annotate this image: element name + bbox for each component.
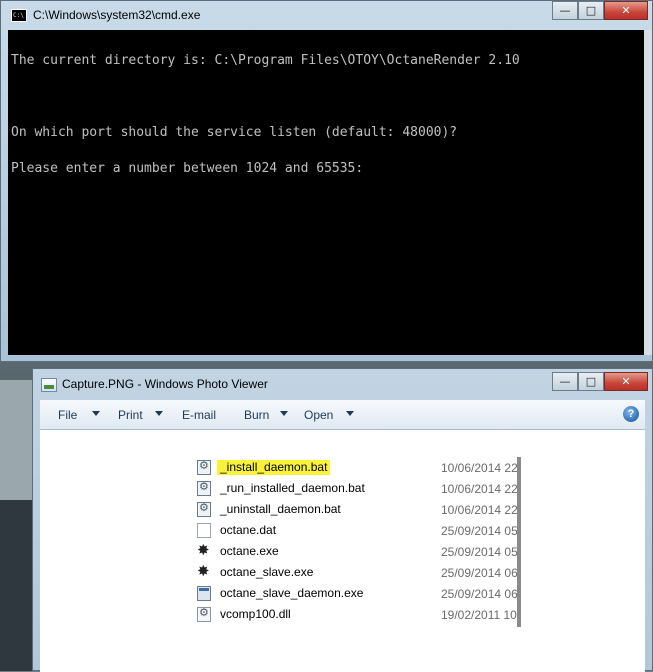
photo-viewer-canvas: _install_daemon.bat 10/06/2014 22: _run_…: [40, 430, 645, 672]
cmd-maximize-button[interactable]: □: [578, 1, 604, 20]
file-list-item: octane_slave.exe 25/09/2014 06:: [165, 562, 523, 583]
dll-file-icon: [197, 606, 211, 622]
cmd-close-button[interactable]: ✕: [604, 1, 648, 20]
menu-email[interactable]: E-mail: [182, 408, 216, 422]
menu-burn-dropdown-icon[interactable]: [280, 411, 288, 416]
cmd-scrollbar[interactable]: [644, 30, 652, 355]
file-name: octane_slave_daemon.exe: [220, 586, 364, 600]
file-name: _install_daemon.bat: [217, 460, 331, 475]
menu-file[interactable]: File: [58, 408, 77, 422]
window-exe-icon: [197, 586, 211, 601]
photo-viewer-window-controls: — □ ✕: [552, 372, 648, 391]
file-name: octane.exe: [220, 544, 279, 558]
bat-file-icon: [197, 501, 211, 517]
cmd-titlebar[interactable]: C:\ C:\Windows\system32\cmd.exe — □ ✕: [1, 1, 652, 31]
help-icon[interactable]: ?: [623, 406, 639, 422]
menu-print-dropdown-icon[interactable]: [155, 411, 163, 416]
console-line: The current directory is: C:\Program Fil…: [11, 53, 520, 68]
file-list-item: octane_slave_daemon.exe 25/09/2014 06:: [165, 583, 523, 604]
file-date: 10/06/2014 22:: [441, 503, 521, 517]
bat-file-icon: [197, 480, 211, 496]
file-list-item: _uninstall_daemon.bat 10/06/2014 22:: [165, 499, 523, 520]
photo-viewer-window-title: Capture.PNG - Windows Photo Viewer: [62, 377, 268, 391]
bat-file-icon: [197, 459, 211, 475]
file-name: _run_installed_daemon.bat: [220, 481, 365, 495]
file-date: 10/06/2014 22:: [441, 482, 521, 496]
menu-print[interactable]: Print: [118, 408, 143, 422]
photo-viewer-menubar: File Print E-mail Burn Open ?: [40, 400, 645, 430]
menu-open-dropdown-icon[interactable]: [346, 411, 354, 416]
cmd-app-icon[interactable]: C:\: [11, 9, 27, 22]
console-line: On which port should the service listen …: [11, 125, 458, 140]
file-date: 25/09/2014 06:: [441, 587, 521, 601]
photo-viewer-app-icon[interactable]: [41, 378, 57, 392]
file-name: vcomp100.dll: [220, 607, 291, 621]
displayed-image[interactable]: _install_daemon.bat 10/06/2014 22: _run_…: [165, 457, 523, 652]
image-scrollbar-edge: [517, 457, 521, 627]
file-date: 25/09/2014 05:: [441, 545, 521, 559]
menu-open[interactable]: Open: [304, 408, 333, 422]
file-date: 10/06/2014 22:: [441, 461, 521, 475]
file-date: 19/02/2011 10:: [441, 608, 521, 622]
cmd-window[interactable]: C:\ C:\Windows\system32\cmd.exe — □ ✕ Th…: [0, 0, 653, 362]
cmd-minimize-button[interactable]: —: [552, 1, 578, 20]
cmd-window-controls: — □ ✕: [552, 1, 648, 20]
viewer-minimize-button[interactable]: —: [552, 372, 578, 391]
photo-viewer-window[interactable]: Capture.PNG - Windows Photo Viewer — □ ✕…: [32, 368, 653, 672]
cmd-console-output[interactable]: The current directory is: C:\Program Fil…: [8, 30, 645, 355]
menu-file-dropdown-icon[interactable]: [92, 411, 100, 416]
file-date: 25/09/2014 06:: [441, 566, 521, 580]
file-list-item: _install_daemon.bat 10/06/2014 22:: [165, 457, 523, 478]
file-list-item: octane.exe 25/09/2014 05:: [165, 541, 523, 562]
octane-exe-icon: [197, 562, 211, 580]
file-name: _uninstall_daemon.bat: [220, 502, 341, 516]
console-line: Please enter a number between 1024 and 6…: [11, 161, 364, 176]
file-list-item: _run_installed_daemon.bat 10/06/2014 22:: [165, 478, 523, 499]
file-list-item: vcomp100.dll 19/02/2011 10:: [165, 604, 523, 625]
file-date: 25/09/2014 05:: [441, 524, 521, 538]
file-name: octane.dat: [220, 523, 277, 537]
viewer-close-button[interactable]: ✕: [604, 372, 648, 391]
cmd-window-title: C:\Windows\system32\cmd.exe: [33, 8, 201, 22]
blank-file-icon: [197, 523, 211, 538]
menu-burn[interactable]: Burn: [244, 408, 269, 422]
octane-exe-icon: [197, 541, 211, 559]
viewer-maximize-button[interactable]: □: [578, 372, 604, 391]
file-name: octane_slave.exe: [220, 565, 314, 579]
file-list-item: octane.dat 25/09/2014 05:: [165, 520, 523, 541]
